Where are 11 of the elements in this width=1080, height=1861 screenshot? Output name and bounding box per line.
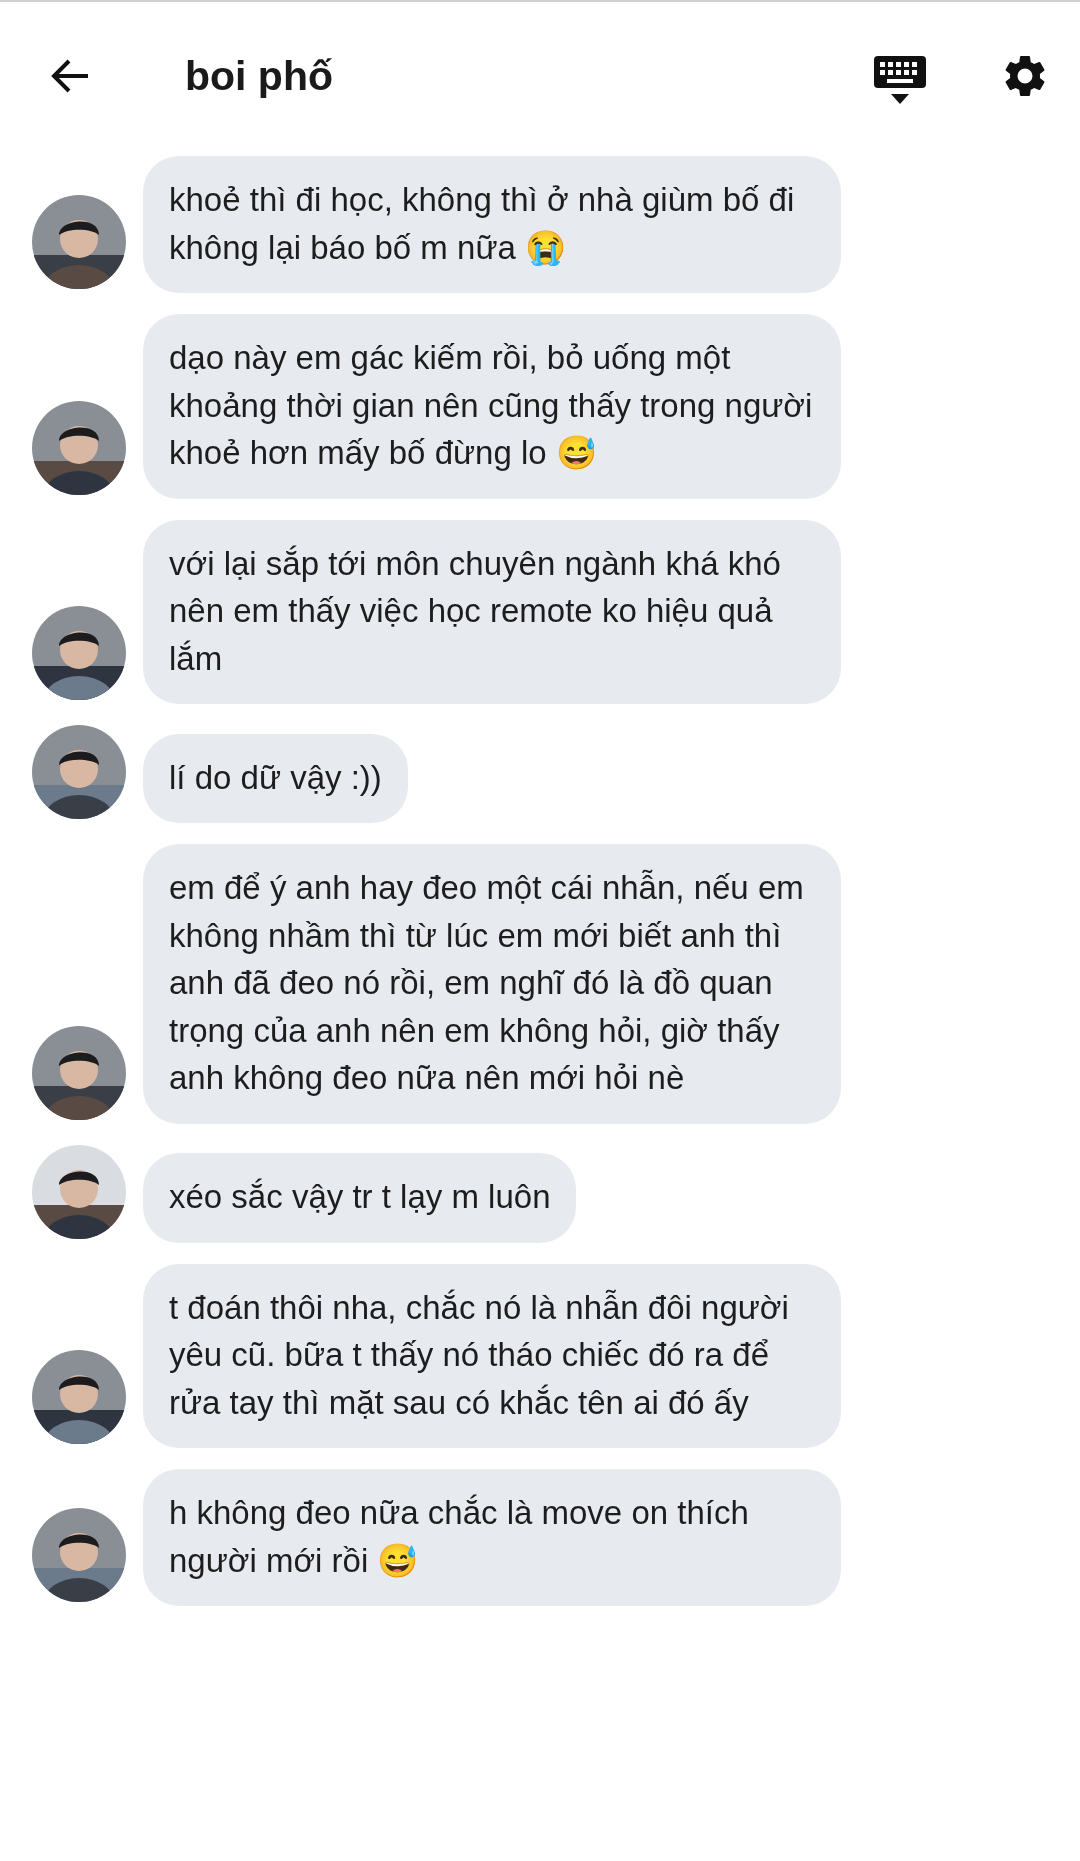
message-bubble: lí do dữ vậy :)) [143,733,408,823]
message-bubble: h không đeo nữa chắc là move on thích người mới rồi 😅 [143,1469,841,1606]
back-icon[interactable] [50,58,90,94]
message-bubble: em để ý anh hay đeo một cái nhẫn, nếu em không nhầm thì từ lúc em mới biết anh thì anh đã đeo nó rồi, em nghĩ đó là đồ quan trọng của anh nên em không hỏi, giờ thấy anh không đeo nữa nên mới hỏi nè [143,844,841,1124]
message-bubble: với lại sắp tới môn chuyên ngành khá khó nên em thấy việc học remote ko hiệu quả lắm [143,519,841,704]
message-bubble: khoẻ thì đi học, không thì ở nhà giùm bố đi không lại báo bố m nữa 😭 [143,156,841,293]
chat-title: boi phố [185,52,334,100]
message-bubble: dạo này em gác kiếm rồi, bỏ uống một khoảng thời gian nên cũng thấy trong người khoẻ hơn mấy bố đừng lo 😅 [143,314,841,499]
message-bubble: xéo sắc vậy tr t lạy m luôn [143,1153,577,1243]
keyboard-icon[interactable] [872,54,928,106]
message-bubble: t đoán thôi nha, chắc nó là nhẫn đôi người yêu cũ. bữa t thấy nó tháo chiếc đó ra để rửa tay thì mặt sau có khắc tên ai đó ấy [143,1263,841,1448]
